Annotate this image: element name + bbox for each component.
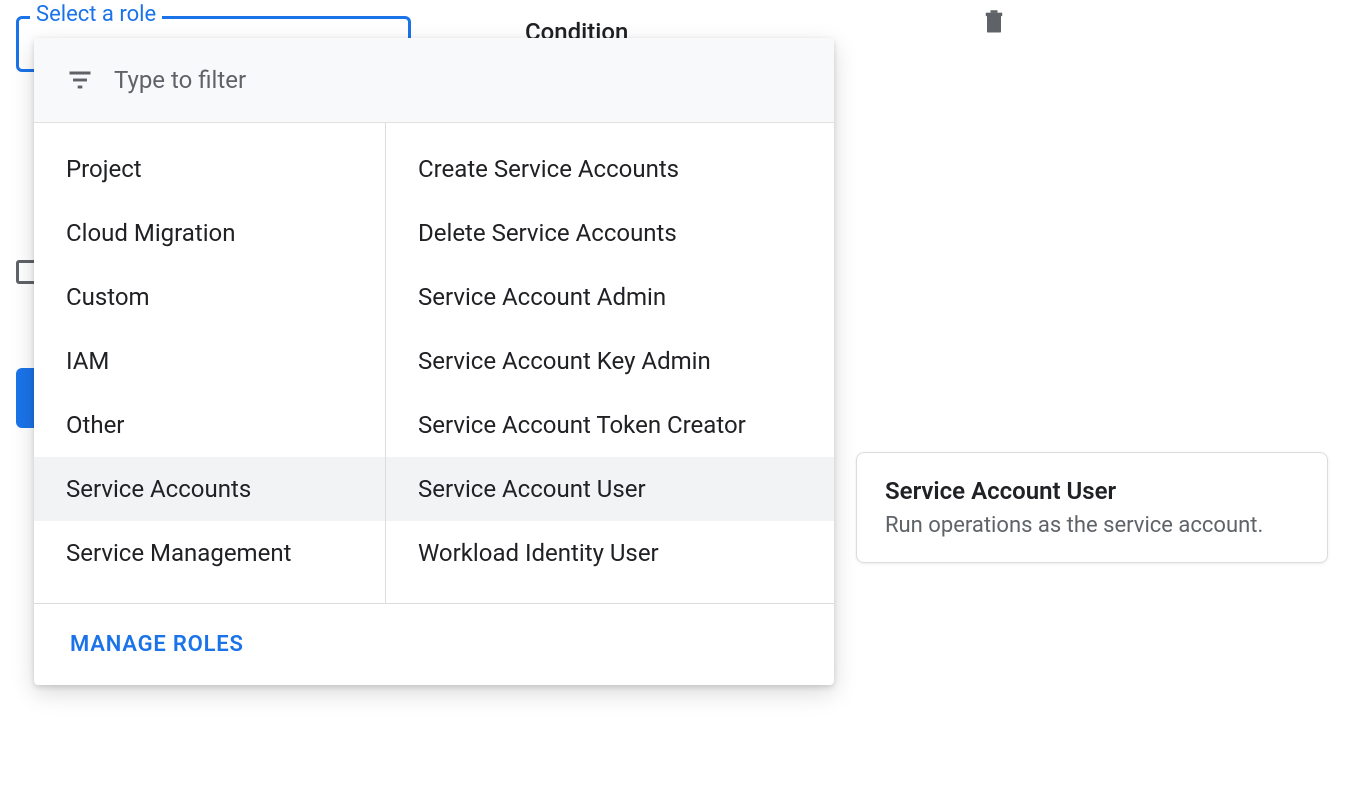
role-item[interactable]: Service Account Admin: [386, 265, 834, 329]
filter-icon: [66, 66, 94, 94]
category-item[interactable]: Service Management: [34, 521, 385, 585]
role-tooltip: Service Account User Run operations as t…: [856, 452, 1328, 563]
category-column: ProjectCloud MigrationCustomIAMOtherServ…: [34, 123, 386, 603]
role-item[interactable]: Service Account User: [386, 457, 834, 521]
category-item[interactable]: IAM: [34, 329, 385, 393]
trash-icon: [980, 8, 1008, 36]
role-item[interactable]: Service Account Key Admin: [386, 329, 834, 393]
dropdown-columns: ProjectCloud MigrationCustomIAMOtherServ…: [34, 123, 834, 603]
tooltip-title: Service Account User: [885, 477, 1299, 505]
role-dropdown: ProjectCloud MigrationCustomIAMOtherServ…: [34, 38, 834, 685]
role-item[interactable]: Delete Service Accounts: [386, 201, 834, 265]
dropdown-footer: MANAGE ROLES: [34, 603, 834, 685]
role-column: Create Service AccountsDelete Service Ac…: [386, 123, 834, 603]
category-item[interactable]: Project: [34, 137, 385, 201]
category-item[interactable]: Cloud Migration: [34, 201, 385, 265]
filter-input[interactable]: [114, 66, 802, 94]
role-item[interactable]: Workload Identity User: [386, 521, 834, 585]
category-item[interactable]: Custom: [34, 265, 385, 329]
filter-row: [34, 38, 834, 123]
delete-button[interactable]: [980, 8, 1012, 40]
tooltip-description: Run operations as the service account.: [885, 513, 1299, 538]
category-item[interactable]: Other: [34, 393, 385, 457]
role-item[interactable]: Create Service Accounts: [386, 137, 834, 201]
role-field-label: Select a role: [30, 2, 162, 27]
role-item[interactable]: Service Account Token Creator: [386, 393, 834, 457]
manage-roles-link[interactable]: MANAGE ROLES: [70, 632, 244, 657]
category-item[interactable]: Service Accounts: [34, 457, 385, 521]
button-stub[interactable]: [16, 368, 36, 428]
